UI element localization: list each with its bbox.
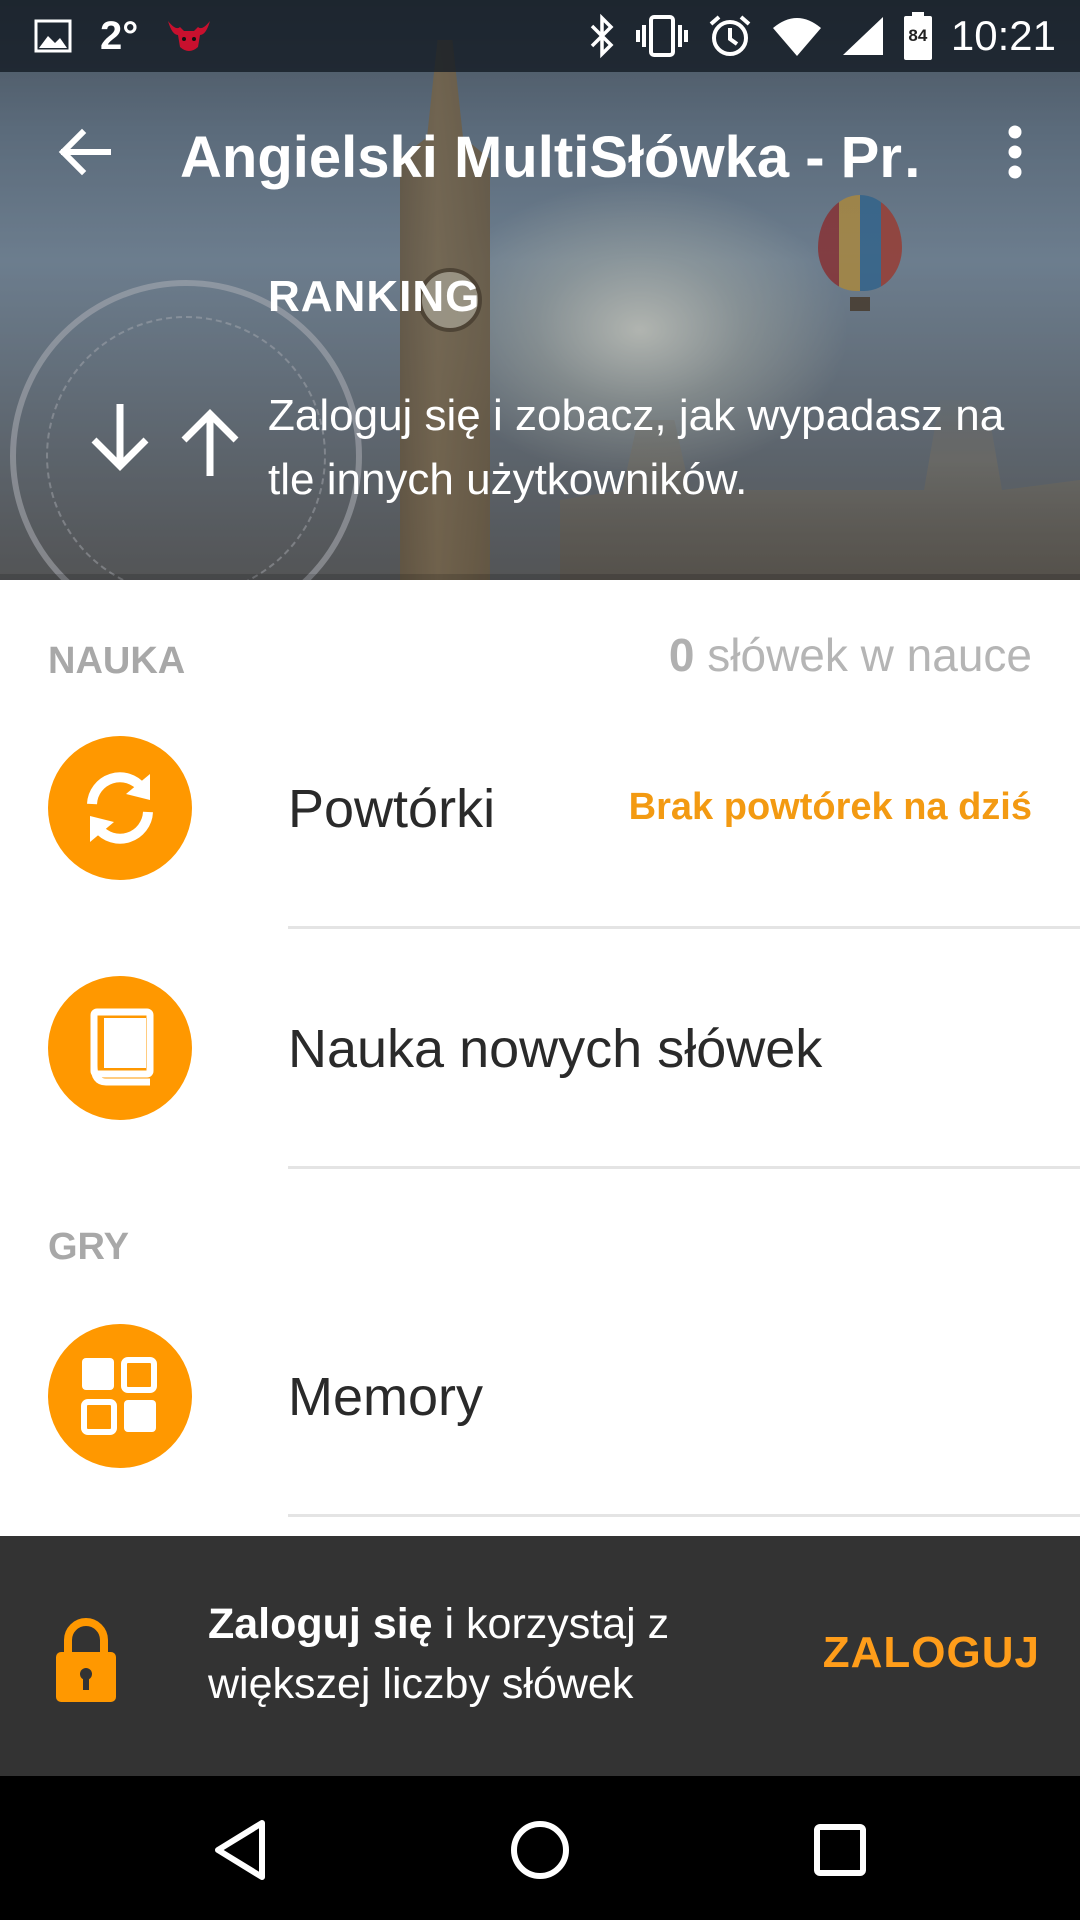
divider bbox=[288, 926, 1080, 929]
divider bbox=[288, 1514, 1080, 1517]
back-triangle-icon[interactable] bbox=[200, 1810, 280, 1890]
bluetooth-icon bbox=[587, 13, 617, 59]
vibrate-icon bbox=[635, 13, 689, 59]
no-reviews-note: Brak powtórek na dziś bbox=[628, 786, 1032, 828]
signal-icon bbox=[841, 15, 885, 57]
login-button[interactable]: ZALOGUJ bbox=[823, 1628, 1040, 1678]
list-item-nauka-nowych[interactable]: Nauka nowych słówek bbox=[0, 930, 1080, 1170]
arrow-back-icon[interactable] bbox=[44, 112, 124, 192]
home-circle-icon[interactable] bbox=[500, 1810, 580, 1890]
more-vertical-icon[interactable] bbox=[980, 112, 1050, 192]
alarm-icon bbox=[707, 13, 753, 59]
snackbar-message-bold: Zaloguj się bbox=[208, 1600, 433, 1648]
login-snackbar: Zaloguj się i korzystaj z większej liczb… bbox=[0, 1536, 1080, 1776]
battery-icon: 84 bbox=[903, 11, 933, 61]
header-banner: 2° 84 10:21 Angielski MultiSłówka - Pr… … bbox=[0, 0, 1080, 580]
battery-level: 84 bbox=[908, 26, 928, 45]
clock-time: 10:21 bbox=[950, 12, 1056, 59]
grid-icon bbox=[48, 1324, 192, 1468]
ranking-description[interactable]: Zaloguj się i zobacz, jak wypadasz na tl… bbox=[268, 384, 1048, 512]
section-label-nauka: NAUKA bbox=[48, 640, 186, 682]
status-bar: 2° 84 10:21 bbox=[0, 0, 1080, 72]
count-suffix: słówek w nauce bbox=[694, 629, 1032, 681]
list-item-label: Nauka nowych słówek bbox=[288, 1019, 823, 1079]
sort-arrows-icon bbox=[86, 400, 246, 480]
list-item-powtorki[interactable]: Powtórki Brak powtórek na dziś bbox=[0, 690, 1080, 930]
sync-icon bbox=[48, 736, 192, 880]
recents-square-icon[interactable] bbox=[800, 1810, 880, 1890]
bulls-logo-icon bbox=[166, 17, 212, 55]
section-label-gry: GRY bbox=[48, 1226, 129, 1268]
lock-icon bbox=[54, 1616, 118, 1706]
list-item-label: Memory bbox=[288, 1367, 484, 1427]
words-in-learning-count: 0 słówek w nauce bbox=[669, 628, 1032, 682]
book-icon bbox=[48, 976, 192, 1120]
snackbar-message: Zaloguj się i korzystaj z większej liczb… bbox=[208, 1594, 728, 1714]
temperature: 2° bbox=[100, 13, 139, 58]
page-title: Angielski MultiSłówka - Pr… bbox=[180, 125, 920, 190]
list-item-memory[interactable]: Memory bbox=[0, 1278, 1080, 1518]
count-number: 0 bbox=[668, 629, 695, 681]
app-toolbar: Angielski MultiSłówka - Pr… bbox=[0, 72, 1080, 240]
ranking-title[interactable]: RANKING bbox=[268, 272, 480, 322]
system-navigation-bar bbox=[0, 1776, 1080, 1920]
image-icon bbox=[34, 19, 72, 53]
divider bbox=[288, 1166, 1080, 1169]
wifi-icon bbox=[771, 16, 823, 56]
list-item-label: Powtórki bbox=[288, 779, 496, 839]
